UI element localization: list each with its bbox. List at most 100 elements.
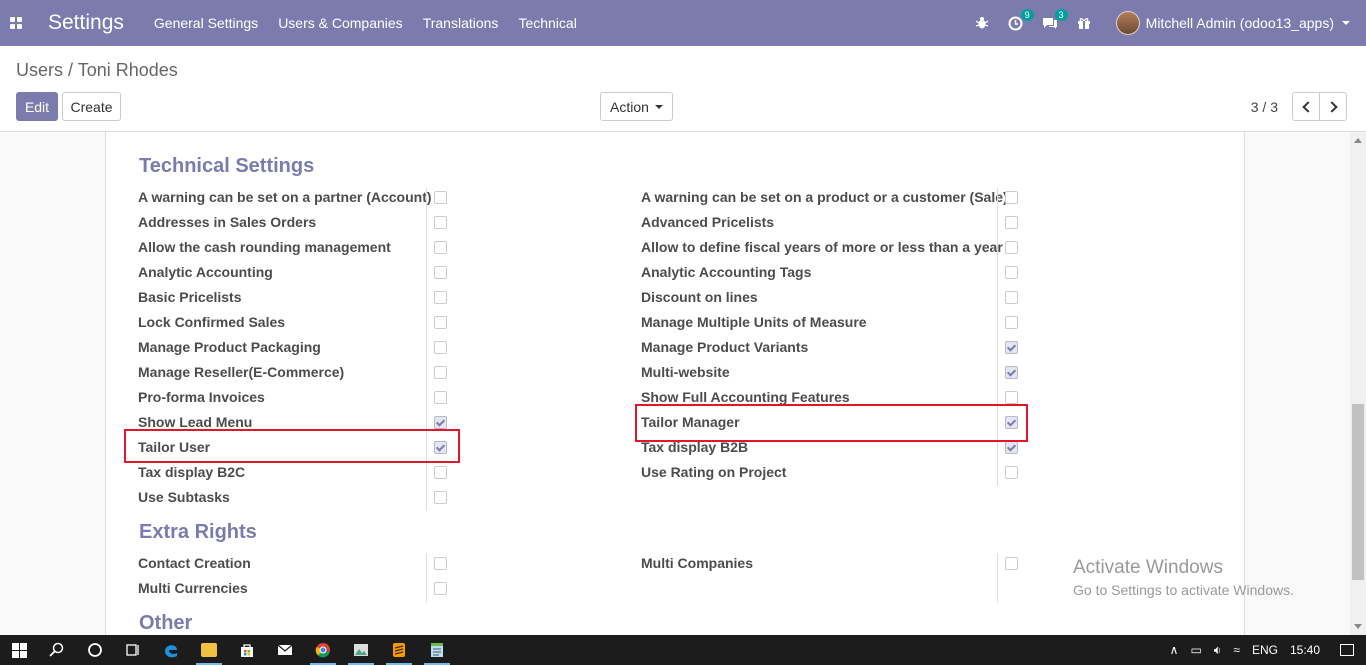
field-label-multi-website: Multi-website — [641, 364, 730, 380]
user-menu-caret-icon[interactable] — [1342, 21, 1350, 25]
field-label-allow-the-cash-rounding-management: Allow the cash rounding management — [138, 239, 391, 255]
checkbox-contact-creation[interactable] — [434, 557, 447, 570]
clock[interactable]: 15:40 — [1290, 643, 1320, 657]
start-icon[interactable] — [0, 635, 38, 665]
tailor-user-highlight — [124, 429, 460, 463]
section-technical-settings: Technical Settings — [139, 155, 315, 177]
checkbox-show-full-accounting-features[interactable] — [1005, 391, 1018, 404]
cortana-icon[interactable] — [76, 635, 114, 665]
field-label-show-lead-menu: Show Lead Menu — [138, 414, 253, 430]
create-button[interactable]: Create — [62, 92, 121, 121]
battery-icon[interactable]: ▭ — [1190, 643, 1201, 657]
checkbox-use-subtasks[interactable] — [434, 491, 447, 504]
language-indicator[interactable]: ENG — [1252, 643, 1278, 657]
breadcrumb-users-link[interactable]: Users — [16, 60, 63, 80]
systray: 9 3 Mitchell Admin (odoo13_apps) — [956, 0, 1350, 46]
checkbox-manage-product-packaging[interactable] — [434, 341, 447, 354]
checkbox-analytic-accounting-tags[interactable] — [1005, 266, 1018, 279]
breadcrumb-current: Toni Rhodes — [77, 60, 178, 80]
field-label-tax-display-b2c: Tax display B2C — [138, 464, 246, 480]
checkbox-tax-display-b2c[interactable] — [434, 466, 447, 479]
field-label-manage-reseller-e-commerce: Manage Reseller(E-Commerce) — [138, 364, 345, 380]
activity-badge: 9 — [1020, 9, 1034, 21]
action-dropdown-button[interactable]: Action — [600, 92, 673, 121]
checkbox-manage-reseller-e-commerce[interactable] — [434, 366, 447, 379]
action-center-icon[interactable] — [1340, 644, 1354, 656]
edge-icon[interactable] — [152, 635, 190, 665]
sublime-text-icon[interactable] — [380, 635, 418, 665]
field-label-analytic-accounting: Analytic Accounting — [138, 264, 273, 280]
photos-icon[interactable] — [342, 635, 380, 665]
field-label-contact-creation: Contact Creation — [138, 555, 251, 571]
search-icon[interactable] — [38, 635, 76, 665]
pager-next-button[interactable] — [1319, 92, 1347, 121]
checkbox-pro-forma-invoices[interactable] — [434, 391, 447, 404]
scrollbar-thumb[interactable] — [1352, 404, 1364, 580]
activate-windows-title: Activate Windows — [1073, 557, 1223, 578]
checkbox-discount-on-lines[interactable] — [1005, 291, 1018, 304]
top-navbar: Settings General Settings Users & Compan… — [0, 0, 1366, 46]
scroll-up-arrow-icon[interactable] — [1354, 138, 1362, 143]
checkbox-allow-to-define-fiscal-years-of-more-or-less-than-a-year[interactable] — [1005, 241, 1018, 254]
show-hidden-icons-icon[interactable]: ∧ — [1170, 643, 1179, 657]
edit-button[interactable]: Edit — [16, 92, 58, 121]
checkbox-manage-multiple-units-of-measure[interactable] — [1005, 316, 1018, 329]
wifi-icon[interactable]: ≈ — [1233, 643, 1240, 657]
messages-icon[interactable]: 3 — [1042, 9, 1068, 31]
field-label-manage-product-packaging: Manage Product Packaging — [138, 339, 321, 355]
field-label-a-warning-can-be-set-on-a-partner-account: A warning can be set on a partner (Accou… — [138, 189, 432, 205]
menu-general-settings[interactable]: General Settings — [154, 15, 258, 31]
apps-menu-icon[interactable] — [10, 17, 22, 29]
menu-technical[interactable]: Technical — [518, 15, 576, 31]
checkbox-multi-website[interactable] — [1005, 366, 1018, 379]
volume-icon[interactable]: 🔉︎ — [1214, 643, 1222, 658]
file-explorer-icon[interactable] — [190, 635, 228, 665]
checkbox-tax-display-b2b[interactable] — [1005, 441, 1018, 454]
menu-users-companies[interactable]: Users & Companies — [278, 15, 403, 31]
checkbox-multi-currencies[interactable] — [434, 582, 447, 595]
checkbox-lock-confirmed-sales[interactable] — [434, 316, 447, 329]
bug-icon[interactable] — [974, 15, 990, 31]
field-label-allow-to-define-fiscal-years-of-more-or-less-than-a-year: Allow to define fiscal years of more or … — [641, 239, 1003, 255]
activate-windows-subtitle: Go to Settings to activate Windows. — [1073, 582, 1294, 598]
checkbox-manage-product-variants[interactable] — [1005, 341, 1018, 354]
checkbox-a-warning-can-be-set-on-a-product-or-a-customer-sale[interactable] — [1005, 191, 1018, 204]
notepad-icon[interactable] — [418, 635, 456, 665]
section-extra-rights: Extra Rights — [139, 521, 257, 543]
checkbox-advanced-pricelists[interactable] — [1005, 216, 1018, 229]
checkbox-addresses-in-sales-orders[interactable] — [434, 216, 447, 229]
vertical-scrollbar[interactable] — [1350, 132, 1366, 635]
store-icon[interactable] — [228, 635, 266, 665]
section-other: Other — [139, 612, 193, 634]
app-brand[interactable]: Settings — [48, 11, 124, 35]
user-avatar[interactable] — [1115, 11, 1140, 35]
checkbox-analytic-accounting[interactable] — [434, 266, 447, 279]
checkbox-allow-the-cash-rounding-management[interactable] — [434, 241, 447, 254]
pager-value[interactable]: 3 / 3 — [1251, 99, 1278, 115]
checkbox-basic-pricelists[interactable] — [434, 291, 447, 304]
gift-icon[interactable] — [1076, 15, 1092, 31]
extra-left-column-separator — [426, 553, 427, 603]
field-label-multi-companies: Multi Companies — [641, 555, 754, 571]
task-view-icon[interactable] — [114, 635, 152, 665]
field-label-basic-pricelists: Basic Pricelists — [138, 289, 242, 305]
field-label-a-warning-can-be-set-on-a-product-or-a-customer-sale: A warning can be set on a product or a c… — [641, 189, 1008, 205]
checkbox-multi-companies[interactable] — [1005, 557, 1018, 570]
pager-previous-button[interactable] — [1292, 92, 1320, 121]
mail-icon[interactable] — [266, 635, 304, 665]
field-label-addresses-in-sales-orders: Addresses in Sales Orders — [138, 214, 317, 230]
activity-clock-icon[interactable]: 9 — [1008, 9, 1034, 31]
field-label-use-subtasks: Use Subtasks — [138, 489, 230, 505]
checkbox-show-lead-menu[interactable] — [434, 416, 447, 429]
checkbox-use-rating-on-project[interactable] — [1005, 466, 1018, 479]
chevron-right-icon — [1325, 100, 1338, 113]
checkbox-a-warning-can-be-set-on-a-partner-account[interactable] — [434, 191, 447, 204]
user-menu-name[interactable]: Mitchell Admin (odoo13_apps) — [1146, 15, 1334, 31]
menu-translations[interactable]: Translations — [423, 15, 499, 31]
field-label-multi-currencies: Multi Currencies — [138, 580, 248, 596]
windows-taskbar: ∧ ▭ 🔉︎ ≈ ENG 15:40 — [0, 635, 1366, 665]
field-label-show-full-accounting-features: Show Full Accounting Features — [641, 389, 850, 405]
scroll-down-arrow-icon[interactable] — [1354, 624, 1362, 629]
chevron-left-icon — [1301, 100, 1314, 113]
chrome-icon[interactable] — [304, 635, 342, 665]
